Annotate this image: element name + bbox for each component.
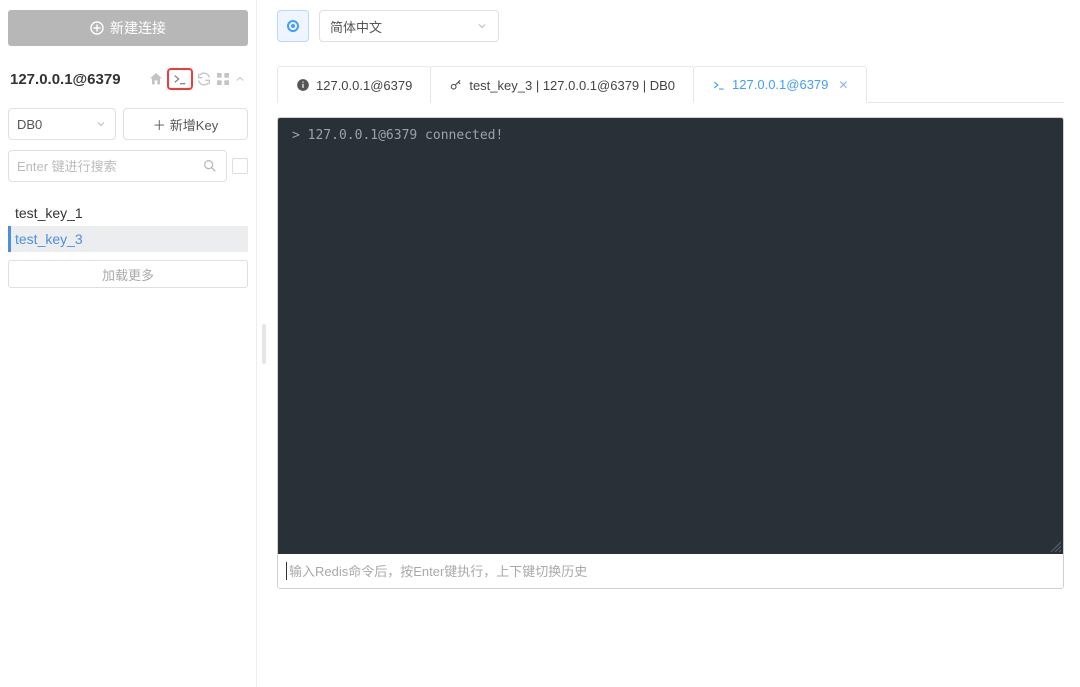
- close-icon[interactable]: ✕: [838, 78, 848, 92]
- load-more-button[interactable]: 加载更多: [8, 260, 248, 288]
- cli-icon: [712, 78, 726, 92]
- tab-cli[interactable]: 127.0.0.1@6379 ✕: [693, 66, 867, 103]
- search-input-wrap: [8, 150, 227, 182]
- terminal-output[interactable]: > 127.0.0.1@6379 connected!: [278, 118, 1063, 554]
- key-item[interactable]: test_key_3: [8, 226, 248, 252]
- plus-icon: ＋: [153, 115, 166, 134]
- radio-dot-icon: [287, 20, 299, 32]
- db-select[interactable]: DB0: [8, 108, 116, 140]
- chevron-down-icon: [95, 118, 107, 130]
- key-item[interactable]: test_key_1: [8, 200, 248, 226]
- main-pane: 简体中文 127.0.0.1@6379 test_key_: [271, 0, 1080, 687]
- key-icon: [449, 78, 463, 92]
- resize-grip-icon[interactable]: [1049, 540, 1061, 552]
- terminal-input[interactable]: [289, 564, 1055, 579]
- pane-resize-handle[interactable]: [257, 0, 271, 687]
- view-mode-radio[interactable]: [277, 10, 309, 42]
- language-select[interactable]: 简体中文: [319, 10, 499, 42]
- terminal: > 127.0.0.1@6379 connected!: [277, 117, 1064, 589]
- add-key-button[interactable]: ＋ 新增Key: [123, 108, 248, 140]
- refresh-icon[interactable]: [196, 71, 212, 87]
- tab-label: 127.0.0.1@6379: [316, 78, 412, 93]
- plus-circle-icon: [90, 21, 104, 35]
- key-list: test_key_1 test_key_3: [8, 200, 248, 252]
- tab-bar: 127.0.0.1@6379 test_key_3 | 127.0.0.1@63…: [277, 66, 866, 103]
- home-icon[interactable]: [148, 71, 164, 87]
- fuzzy-search-checkbox[interactable]: [232, 158, 248, 174]
- text-cursor-icon: [286, 562, 287, 580]
- search-icon[interactable]: [202, 158, 218, 174]
- sidebar: 新建连接 127.0.0.1@6379: [0, 0, 257, 687]
- terminal-input-row: [278, 554, 1063, 588]
- search-input[interactable]: [17, 159, 202, 174]
- info-icon: [296, 78, 310, 92]
- tab-info[interactable]: 127.0.0.1@6379: [277, 66, 431, 103]
- new-connection-button[interactable]: 新建连接: [8, 10, 248, 46]
- tab-label: 127.0.0.1@6379: [732, 77, 828, 92]
- new-connection-label: 新建连接: [110, 18, 166, 38]
- connection-header: 127.0.0.1@6379: [8, 68, 248, 90]
- terminal-output-line: > 127.0.0.1@6379 connected!: [292, 128, 503, 143]
- chevron-up-icon[interactable]: [234, 73, 246, 85]
- tab-label: test_key_3 | 127.0.0.1@6379 | DB0: [469, 78, 675, 93]
- db-select-label: DB0: [17, 117, 42, 132]
- connection-title: 127.0.0.1@6379: [10, 71, 148, 88]
- grid-icon[interactable]: [215, 71, 231, 87]
- chevron-down-icon: [476, 20, 488, 32]
- tab-key[interactable]: test_key_3 | 127.0.0.1@6379 | DB0: [430, 66, 694, 103]
- cli-icon[interactable]: [167, 68, 193, 90]
- language-label: 简体中文: [330, 17, 382, 36]
- add-key-label: 新增Key: [170, 115, 218, 134]
